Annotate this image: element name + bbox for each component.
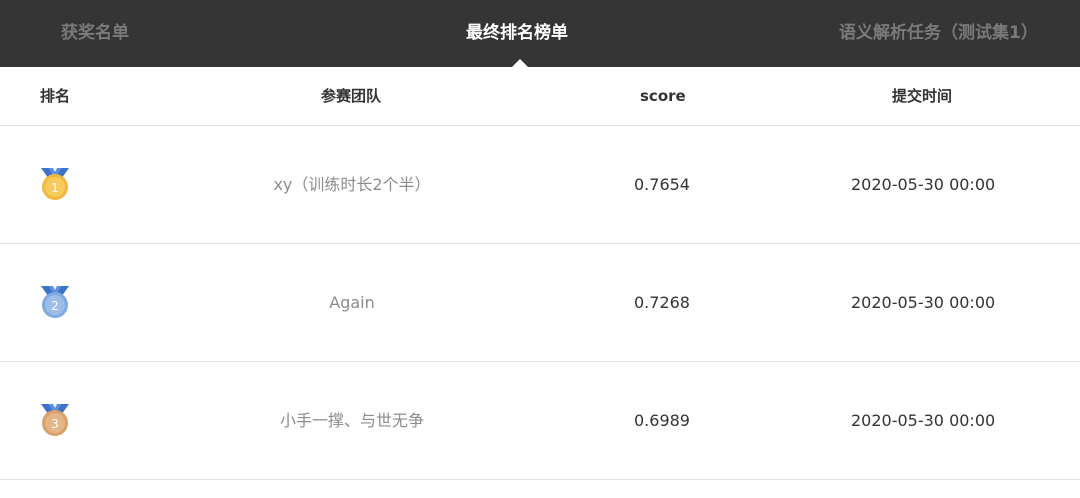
table-row: 3 小手一撑、与世无争 0.6989 2020-05-30 00:00 [0,362,1080,480]
header-team: 参赛团队 [321,87,382,105]
medal-rank-number: 2 [51,299,59,313]
header-submit-time: 提交时间 [892,87,953,105]
team-name: 小手一撑、与世无争 [279,411,424,430]
medal-rank-number: 1 [51,181,59,195]
submit-time: 2020-05-30 00:00 [851,293,996,312]
table-row: 2 Again 0.7268 2020-05-30 00:00 [0,244,1080,362]
header-score: score [640,87,686,105]
silver-medal-icon: 2 [39,284,71,320]
team-score: 0.7268 [634,293,690,312]
table-row: 1 xy（训练时长2个半） 0.7654 2020-05-30 00:00 [0,126,1080,244]
team-score: 0.6989 [634,411,690,430]
team-score: 0.7654 [634,175,690,194]
top-tab-bar: 获奖名单 最终排名榜单 语义解析任务（测试集1） [0,0,1080,68]
tab-semantic-parsing-task[interactable]: 语义解析任务（测试集1） [839,0,1038,67]
ranking-table-header: 排名 参赛团队 score 提交时间 [0,67,1080,126]
header-rank: 排名 [40,87,71,105]
submit-time: 2020-05-30 00:00 [851,175,996,194]
tab-final-ranking[interactable]: 最终排名榜单 [466,0,568,67]
submit-time: 2020-05-30 00:00 [851,411,996,430]
medal-rank-number: 3 [51,417,59,431]
tab-awards-list[interactable]: 获奖名单 [61,0,129,67]
gold-medal-icon: 1 [39,166,71,202]
team-name: xy（训练时长2个半） [273,175,431,194]
bronze-medal-icon: 3 [39,402,71,438]
team-name: Again [329,293,375,312]
